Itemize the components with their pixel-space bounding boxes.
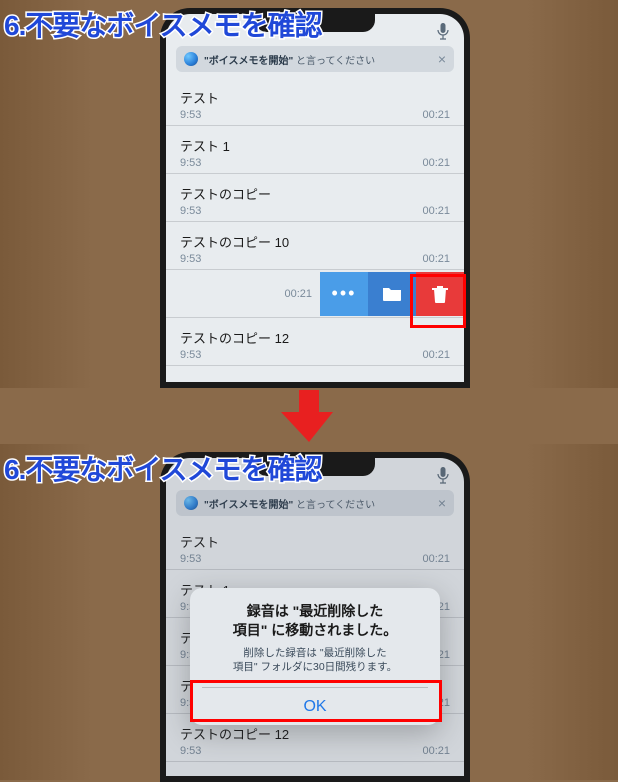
alert-dialog: 録音は "最近削除した 項目" に移動されました。 削除した録音は "最近削除し… (190, 588, 440, 725)
memo-time: 9:53 (180, 157, 201, 169)
memo-title: テストのコピー (180, 184, 450, 203)
swipe-actions-row: 00:21 ••• (166, 270, 464, 318)
alert-title: 録音は "最近削除した 項目" に移動されました。 (202, 602, 428, 640)
ellipsis-icon: ••• (332, 283, 357, 304)
delete-button[interactable] (416, 272, 464, 316)
memo-list: テスト 9:53 00:21 テスト 1 9:53 00:21 テストのコピー 9:… (166, 78, 464, 382)
siri-tail: と言ってください (296, 56, 375, 67)
list-item[interactable]: テスト 9:53 00:21 (166, 78, 464, 126)
memo-time: 9:53 (180, 745, 201, 757)
memo-time: 9:53 (180, 349, 201, 361)
siri-icon (184, 496, 198, 510)
phone-frame: "ボイスメモを開始" と言ってください × テスト 9:53 00:21 テスト … (160, 452, 470, 782)
memo-title: テスト (180, 88, 450, 107)
phone-screen: "ボイスメモを開始" と言ってください × テスト 9:53 00:21 テスト … (166, 458, 464, 776)
more-button[interactable]: ••• (320, 272, 368, 316)
memo-duration: 00:21 (422, 745, 450, 757)
memo-title: テストのコピー 12 (180, 724, 450, 743)
siri-icon (184, 52, 198, 66)
list-item[interactable]: テストのコピー 10 9:53 00:21 (166, 222, 464, 270)
close-icon[interactable]: × (438, 51, 446, 67)
memo-duration: 00:21 (422, 157, 450, 169)
siri-tail: と言ってください (296, 500, 375, 511)
memo-title: テストのコピー 10 (180, 232, 450, 251)
memo-duration: 00:21 (422, 349, 450, 361)
siri-phrase: "ボイスメモを開始" (204, 500, 293, 511)
memo-title: テスト 1 (180, 136, 450, 155)
memo-duration: 00:21 (422, 205, 450, 217)
memo-time: 9:53 (180, 205, 201, 217)
memo-time: 9:53 (180, 109, 201, 121)
step-title: 6.不要なボイスメモを確認 (4, 4, 322, 44)
tutorial-step-bottom: 6.不要なボイスメモを確認 "ボイスメモを開始" と言ってください × テスト … (0, 444, 618, 780)
list-item[interactable]: テストのコピー 2 (166, 762, 464, 776)
trash-icon (431, 284, 449, 304)
memo-duration: 00:21 (422, 253, 450, 265)
alert-message: 削除した録音は "最近削除した 項目" フォルダに30日間残ります。 (202, 646, 428, 675)
dictation-icon[interactable] (432, 464, 454, 486)
step-title: 6.不要なボイスメモを確認 (4, 448, 322, 488)
ok-button[interactable]: OK (202, 687, 428, 725)
list-item[interactable]: テスト 9:53 00:21 (166, 522, 464, 570)
memo-time: 9:53 (180, 553, 201, 565)
list-item[interactable]: テストのコピー 9:53 00:21 (166, 174, 464, 222)
phone-frame: "ボイスメモを開始" と言ってください × テスト 9:53 00:21 テスト … (160, 8, 470, 388)
list-item[interactable]: テストのコピー 12 9:53 00:21 (166, 318, 464, 366)
memo-title: テストのコピー 12 (180, 328, 450, 347)
memo-title: テスト (180, 532, 450, 551)
siri-phrase: "ボイスメモを開始" (204, 56, 293, 67)
move-folder-button[interactable] (368, 272, 416, 316)
close-icon[interactable]: × (438, 495, 446, 511)
memo-duration: 00:21 (422, 109, 450, 121)
memo-time: 9:53 (180, 253, 201, 265)
phone-screen: "ボイスメモを開始" と言ってください × テスト 9:53 00:21 テスト … (166, 14, 464, 382)
arrow-down-icon (281, 390, 337, 447)
siri-suggestion-bar[interactable]: "ボイスメモを開始" と言ってください × (176, 490, 454, 516)
siri-suggestion-bar[interactable]: "ボイスメモを開始" と言ってください × (176, 46, 454, 72)
memo-duration: 00:21 (422, 553, 450, 565)
folder-icon (381, 285, 403, 303)
tutorial-step-top: 6.不要なボイスメモを確認 "ボイスメモを開始" と言ってください × テスト … (0, 0, 618, 388)
list-item[interactable]: テスト 1 9:53 00:21 (166, 126, 464, 174)
memo-duration: 00:21 (284, 288, 312, 300)
dictation-icon[interactable] (432, 20, 454, 42)
